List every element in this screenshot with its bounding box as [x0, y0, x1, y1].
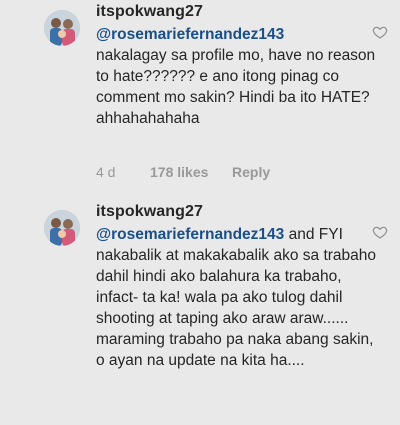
comment-text: @rosemariefernandez143 nakalagay sa prof…: [96, 24, 380, 129]
comment-item: itspokwang27 @rosemariefernandez143 naka…: [0, 0, 400, 200]
comment-age: 4 d: [96, 164, 116, 180]
comment-meta: 4 d 178 likes Reply: [96, 164, 270, 180]
comment-text: @rosemariefernandez143 and FYI nakabalik…: [96, 224, 380, 371]
profile-photo: [44, 210, 80, 246]
mention-link[interactable]: @rosemariefernandez143: [96, 26, 284, 43]
avatar[interactable]: [44, 210, 80, 246]
comment-username[interactable]: itspokwang27: [96, 203, 203, 221]
comment-body: and FYI nakabalik at makakabalik ako sa …: [96, 226, 377, 369]
heart-outline-icon[interactable]: [372, 224, 388, 240]
mention-link[interactable]: @rosemariefernandez143: [96, 226, 284, 243]
comment-username[interactable]: itspokwang27: [96, 3, 203, 21]
profile-photo: [44, 10, 80, 46]
likes-count[interactable]: 178 likes: [150, 164, 232, 180]
comment-item: itspokwang27 @rosemariefernandez143 and …: [0, 200, 400, 425]
avatar[interactable]: [44, 10, 80, 46]
heart-outline-icon[interactable]: [372, 24, 388, 40]
comment-body: nakalagay sa profile mo, have no reason …: [96, 47, 376, 127]
reply-button[interactable]: Reply: [232, 164, 270, 180]
